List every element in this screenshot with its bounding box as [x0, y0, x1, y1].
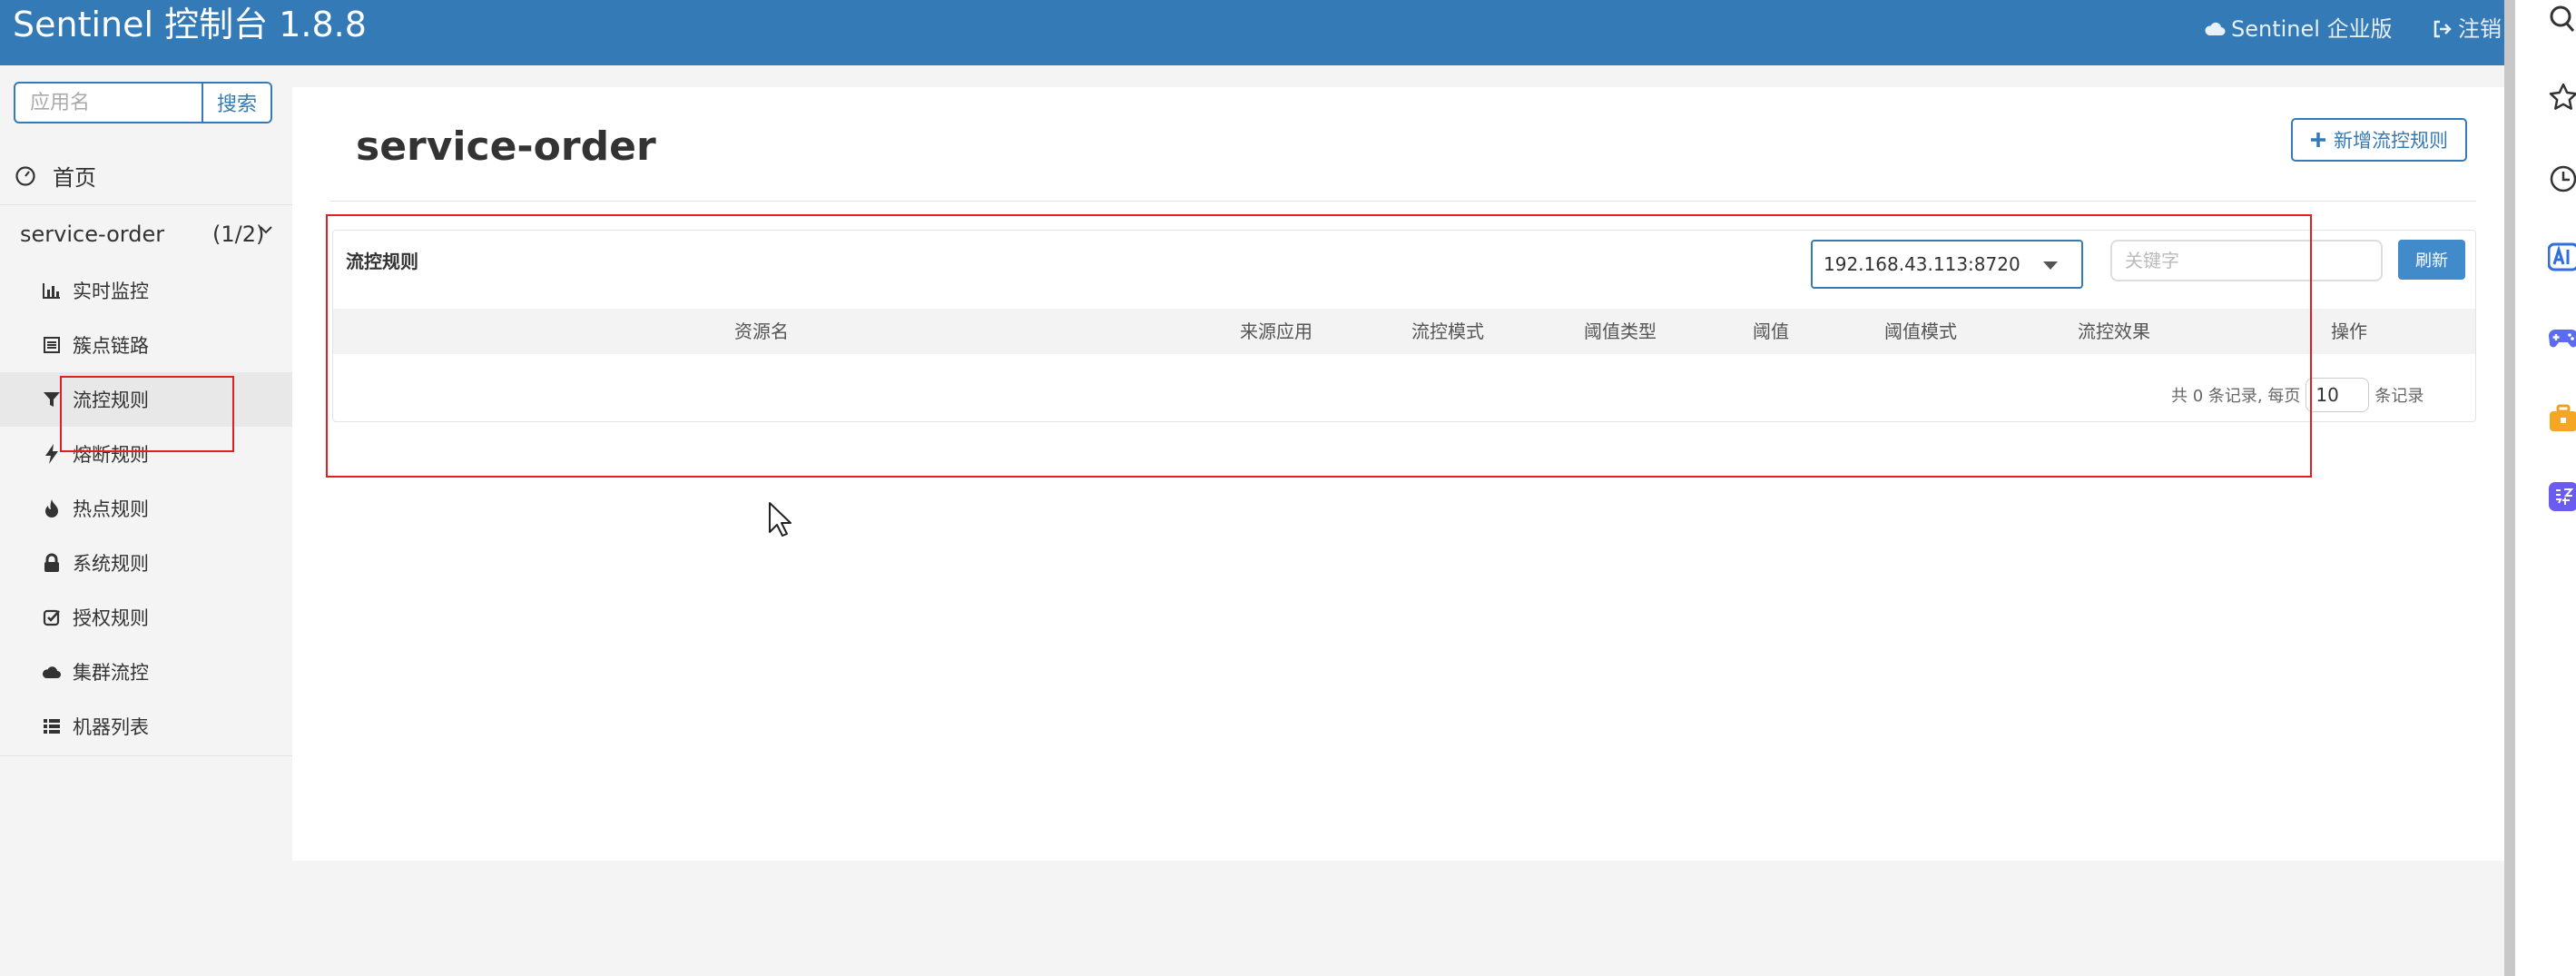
logout-label: 注销 [2458, 16, 2502, 42]
dashboard-icon [15, 165, 35, 186]
app-menu: 实时监控 簇点链路 流控规则 熔断规则 热点规则 系统规则 授权规则 集群流控 [0, 263, 292, 754]
sidebar-item-hotspot-rules[interactable]: 热点规则 [0, 481, 292, 536]
title-divider [330, 201, 2476, 202]
vertical-scrollbar[interactable] [2504, 0, 2515, 976]
sidebar-item-authority-rules[interactable]: 授权规则 [0, 590, 292, 645]
browser-side-rail [2515, 0, 2576, 976]
page-title: service-order [356, 123, 656, 170]
chevron-down-icon [260, 226, 272, 234]
sidebar: 搜索 首页 service-order (1/2) 实时监控 簇点链路 流控规则… [0, 65, 292, 976]
annotation-box-rules-panel [326, 214, 2312, 478]
list-icon [42, 716, 62, 736]
app-group-service-order[interactable]: service-order (1/2) [0, 205, 292, 263]
fire-icon [42, 498, 62, 518]
sidebar-divider [0, 755, 292, 756]
list-alt-icon [42, 335, 62, 355]
search-button[interactable]: 搜索 [202, 84, 270, 122]
sidebar-item-label: 授权规则 [73, 607, 149, 629]
game-controller-icon[interactable] [2548, 323, 2576, 354]
mouse-cursor-icon [769, 502, 791, 537]
brand-title[interactable]: Sentinel 控制台 1.8.8 [13, 4, 367, 45]
sidebar-item-cluster-point-link[interactable]: 簇点链路 [0, 318, 292, 372]
toolbox-icon[interactable] [2548, 403, 2576, 434]
bar-chart-icon [42, 281, 62, 301]
cloud-icon [2205, 22, 2226, 35]
refresh-button[interactable]: 刷新 [2398, 240, 2465, 280]
sidebar-item-machine-list[interactable]: 机器列表 [0, 699, 292, 754]
translate-icon[interactable] [2548, 481, 2576, 512]
sidebar-item-home[interactable]: 首页 [0, 147, 292, 205]
flash-icon [42, 444, 62, 464]
cloud-icon [42, 662, 62, 682]
sidebar-item-system-rules[interactable]: 系统规则 [0, 536, 292, 590]
page-size-input[interactable]: 10 [2306, 378, 2370, 412]
lock-icon [42, 553, 62, 573]
history-icon[interactable] [2548, 163, 2576, 194]
sidebar-item-label: 簇点链路 [73, 335, 149, 357]
logout-link[interactable]: 注销 [2431, 15, 2502, 44]
sidebar-item-realtime-monitor[interactable]: 实时监控 [0, 263, 292, 318]
plus-icon [2311, 133, 2325, 147]
add-flow-rule-label: 新增流控规则 [2334, 130, 2448, 152]
app-search-group: 搜索 [14, 82, 272, 123]
column-header-operation: 操作 [2331, 320, 2367, 342]
pager-suffix: 条记录 [2374, 387, 2424, 406]
ai-assistant-icon[interactable] [2548, 242, 2576, 272]
search-icon[interactable] [2548, 4, 2576, 35]
sidebar-item-label: 实时监控 [73, 281, 149, 302]
sidebar-item-label: 系统规则 [73, 553, 149, 575]
app-instance-count: (1/2) [212, 222, 265, 247]
add-flow-rule-button[interactable]: 新增流控规则 [2291, 118, 2467, 162]
check-icon [42, 607, 62, 627]
sidebar-item-label: 集群流控 [73, 662, 149, 684]
sidebar-item-cluster-flow[interactable]: 集群流控 [0, 645, 292, 699]
annotation-box-flow-rules-menu [60, 376, 234, 452]
home-label: 首页 [53, 165, 96, 191]
enterprise-link[interactable]: Sentinel 企业版 [2204, 15, 2393, 44]
star-icon[interactable] [2548, 82, 2576, 113]
sidebar-item-label: 机器列表 [73, 716, 149, 738]
top-navbar: Sentinel 控制台 1.8.8 Sentinel 企业版 注销 [0, 0, 2515, 65]
sidebar-item-label: 热点规则 [73, 498, 149, 520]
enterprise-label: Sentinel 企业版 [2231, 16, 2393, 42]
app-search-input[interactable] [15, 84, 202, 122]
filter-icon [42, 389, 62, 409]
app-name: service-order [20, 222, 165, 247]
logout-icon [2433, 20, 2452, 38]
